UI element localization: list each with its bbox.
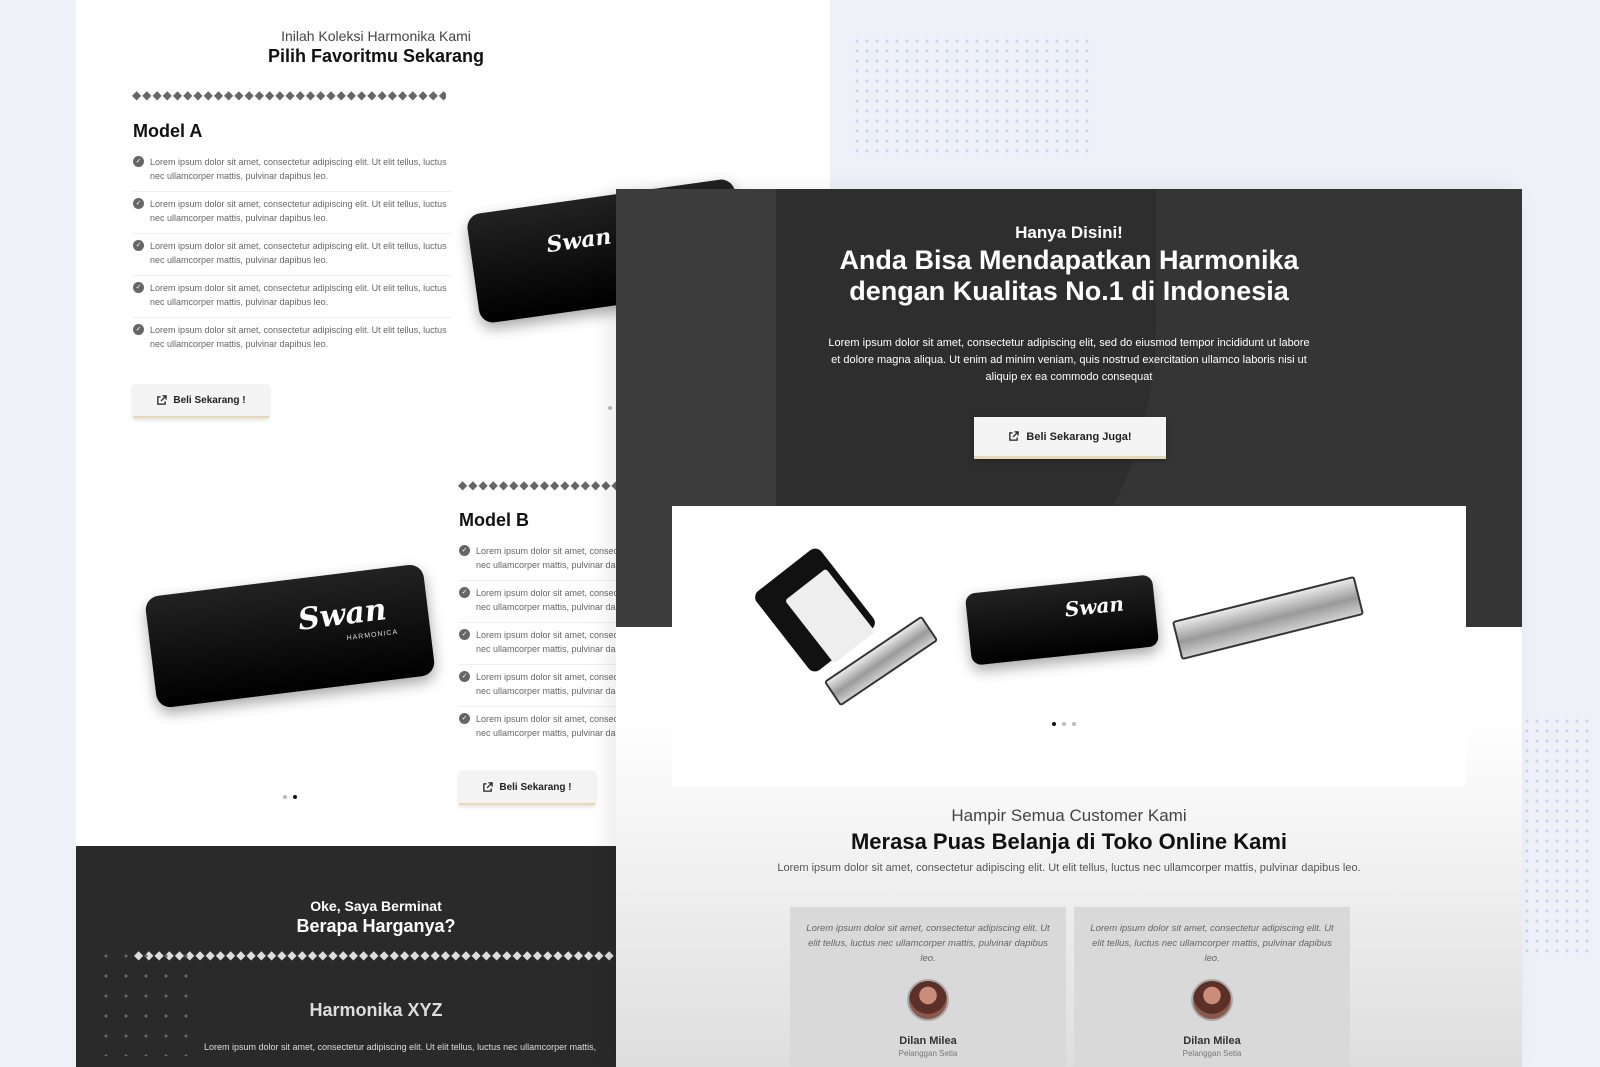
testimonial-quote: Lorem ipsum dolor sit amet, consectetur … [1090,923,1334,964]
testimonial-name: Dilan Milea [1183,1035,1241,1047]
hero-kicker: Hanya Disini! [1015,223,1123,242]
check-circle-icon: ✓ [133,198,144,209]
carousel-dots [1052,722,1076,726]
model-b-title: Model B [459,510,529,530]
divider: ◆◆◆◆◆◆◆◆◆◆◆◆◆◆◆◆◆◆◆◆◆◆◆◆◆◆◆◆◆◆◆◆◆◆◆◆◆◆◆◆… [134,948,614,962]
testimonials-subtitle: Hampir Semua Customer Kami [951,806,1187,825]
slider-dots-b [283,795,297,799]
check-circle-icon: ✓ [133,240,144,251]
slider-dot-active[interactable] [1052,722,1056,726]
product-carousel: Swan [672,506,1466,786]
testimonials-title: Merasa Puas Belanja di Toko Online Kami [850,829,1288,854]
list-item: ✓ Lorem ipsum dolor sit amet, consectetur… [133,150,451,192]
avatar [1191,979,1233,1021]
dot-pattern-top [852,36,1092,154]
harmonica-case-image-b: Swan HARMONICA [144,563,436,709]
list-item: ✓ Lorem ipsum dolor sit amet, consectetur… [133,192,451,234]
slider-dot-active[interactable] [293,795,297,799]
hero-title-line2: dengan Kualitas No.1 di Indonesia [849,276,1289,306]
list-item: ✓ Lorem ipsum dolor sit amet, consectetur… [133,234,451,276]
product-description: Lorem ipsum dolor sit amet, consectetur … [204,1042,597,1052]
divider: ◆◆◆◆◆◆◆◆◆◆◆◆◆◆◆◆◆◆◆◆◆◆◆◆◆◆◆◆◆◆◆◆◆◆◆◆◆◆◆◆… [132,88,446,102]
hero-description: Lorem ipsum dolor sit amet, consectetur … [828,337,1310,383]
divider: ◆◆◆◆◆◆◆◆◆◆◆◆◆◆◆◆◆◆◆◆◆◆◆◆◆◆◆◆◆◆◆◆◆◆◆◆◆◆◆◆… [458,478,618,492]
external-link-icon [482,781,494,793]
slider-dot[interactable] [283,795,287,799]
check-circle-icon: ✓ [459,587,470,598]
slider-dot[interactable] [608,406,612,410]
avatar [907,979,949,1021]
check-circle-icon: ✓ [133,282,144,293]
testimonial-role: Pelanggan Setia [898,1049,958,1058]
testimonial-role: Pelanggan Setia [1182,1049,1242,1058]
case-brand-logo: Swan [1063,591,1126,622]
buy-now-button-model-a[interactable]: Beli Sekarang ! [133,384,269,418]
product-name: Harmonika XYZ [309,1000,443,1020]
collection-subtitle: Inilah Koleksi Harmonika Kami [281,28,471,44]
case-brand-logo: Swan [544,223,613,259]
testimonial-card: Lorem ipsum dolor sit amet, consectetur … [790,907,1066,1067]
hero-title-line1: Anda Bisa Mendapatkan Harmonika [839,245,1299,275]
closed-case-image: Swan [964,574,1160,666]
buy-now-button-model-b[interactable]: Beli Sekarang ! [459,771,595,805]
testimonial-name: Dilan Milea [899,1035,957,1047]
check-circle-icon: ✓ [459,671,470,682]
slider-dots-a [608,406,612,410]
dot-pattern-right [1522,716,1592,956]
buy-now-hero-button[interactable]: Beli Sekarang Juga! [974,417,1166,459]
slider-dot[interactable] [1062,722,1066,726]
model-a-title: Model A [133,121,203,141]
harmonica-image [1171,575,1365,661]
testimonials-description: Lorem ipsum dolor sit amet, consectetur … [777,862,1361,874]
list-item: ✓ Lorem ipsum dolor sit amet, consectetur… [133,276,451,318]
check-circle-icon: ✓ [459,629,470,640]
testimonial-quote: Lorem ipsum dolor sit amet, consectetur … [806,923,1050,964]
pricing-kicker: Oke, Saya Berminat [310,898,442,914]
collection-header: Inilah Koleksi Harmonika Kami Pilih Favo… [76,28,676,67]
list-item: ✓ Lorem ipsum dolor sit amet, consectetur… [133,318,451,359]
landing-page-right: Hanya Disini! Anda Bisa Mendapatkan Harm… [616,189,1522,1067]
slider-dot[interactable] [1072,722,1076,726]
collection-title: Pilih Favoritmu Sekarang [267,46,485,66]
hero-title: Anda Bisa Mendapatkan Harmonika dengan K… [616,245,1522,307]
pricing-title: Berapa Harganya? [296,916,456,936]
external-link-icon [156,394,168,406]
testimonial-card: Lorem ipsum dolor sit amet, consectetur … [1074,907,1350,1067]
check-circle-icon: ✓ [133,156,144,167]
check-circle-icon: ✓ [133,324,144,335]
external-link-icon [1008,431,1020,442]
model-a-features: ✓ Lorem ipsum dolor sit amet, consectetur… [133,150,451,359]
check-circle-icon: ✓ [459,545,470,556]
check-circle-icon: ✓ [459,713,470,724]
